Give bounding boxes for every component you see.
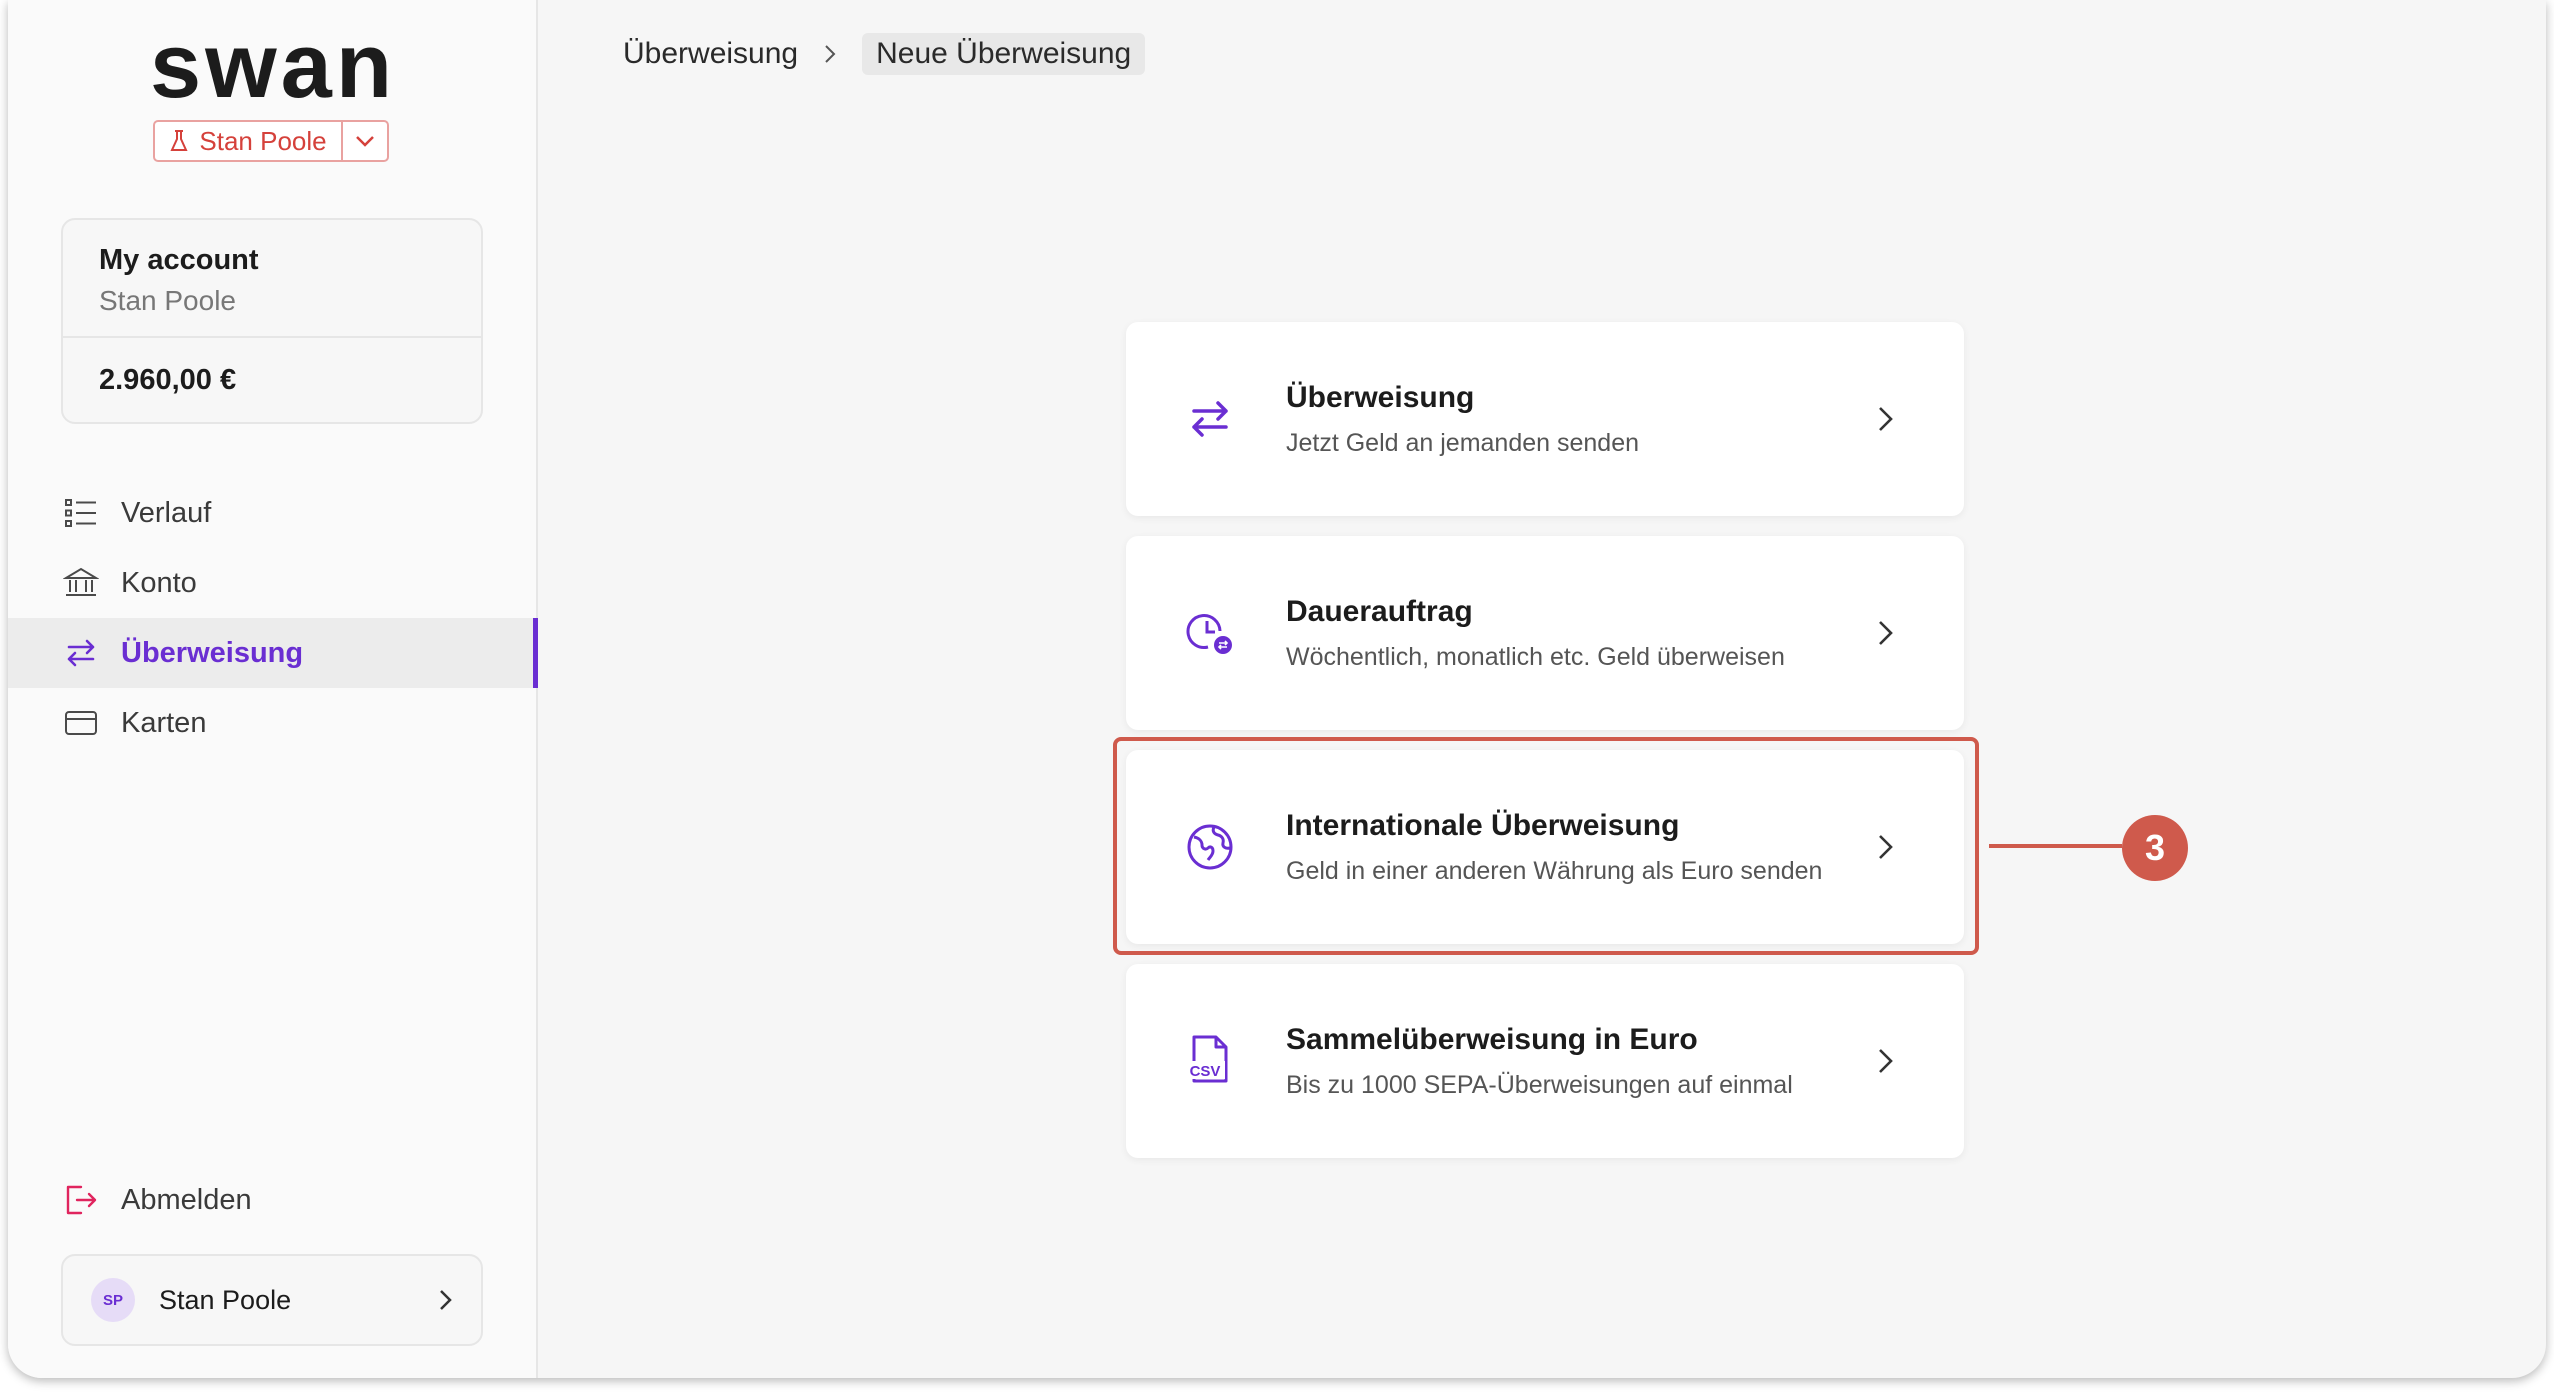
account-balance: 2.960,00 € <box>99 364 237 396</box>
logout-icon <box>66 1185 97 1215</box>
logout-label: Abmelden <box>121 1183 252 1216</box>
option-title: Überweisung <box>1286 380 1475 414</box>
breadcrumb: Überweisung Neue Überweisung <box>623 33 1146 75</box>
project-switcher-dropdown[interactable] <box>341 122 387 160</box>
transfer-icon <box>1192 401 1228 437</box>
chevron-right-icon <box>825 45 836 63</box>
sidebar-item-label: Karten <box>121 706 207 739</box>
sidebar-item-label: Verlauf <box>121 496 212 529</box>
callout-line <box>1989 844 2122 848</box>
option-title: Sammelüberweisung in Euro <box>1286 1022 1698 1056</box>
chevron-right-icon <box>1879 407 1893 431</box>
sidebar-nav: Verlauf Konto Überweisung Karten <box>8 478 538 758</box>
option-desc: Jetzt Geld an jemanden senden <box>1286 428 1640 457</box>
project-switcher[interactable]: Stan Poole <box>153 120 389 162</box>
project-name: Stan Poole <box>199 125 327 156</box>
option-card-dauerauftrag[interactable]: Dauerauftrag Wöchentlich, monatlich etc.… <box>1126 536 1964 730</box>
swan-logo: swan <box>150 22 396 112</box>
sidebar-item-verlauf[interactable]: Verlauf <box>8 478 538 548</box>
option-desc: Bis zu 1000 SEPA-Überweisungen auf einma… <box>1286 1070 1793 1099</box>
sidebar-item-konto[interactable]: Konto <box>8 548 538 618</box>
transfer-icon <box>67 639 95 667</box>
sidebar-item-label: Konto <box>121 566 197 599</box>
list-icon <box>65 499 96 527</box>
account-card[interactable]: My account Stan Poole 2.960,00 € <box>61 218 483 424</box>
recurring-clock-icon <box>1186 614 1232 654</box>
card-icon <box>65 711 97 735</box>
sidebar-item-karten[interactable]: Karten <box>8 688 538 758</box>
csv-file-icon: CSV <box>1185 1035 1228 1083</box>
account-title: My account <box>99 244 259 276</box>
svg-text:CSV: CSV <box>1190 1063 1221 1080</box>
svg-text:swan: swan <box>150 22 396 112</box>
chevron-down-icon <box>356 136 374 147</box>
step-number-badge: 3 <box>2122 815 2188 881</box>
chevron-right-icon <box>440 1290 452 1310</box>
bank-icon <box>63 567 99 596</box>
step-highlight-box <box>1113 737 1979 955</box>
flask-icon <box>170 130 188 151</box>
breadcrumb-current: Neue Überweisung <box>862 33 1146 75</box>
option-title: Dauerauftrag <box>1286 594 1473 628</box>
app-window: swan Stan Poole My account Stan Poole 2.… <box>8 0 2546 1378</box>
account-holder: Stan Poole <box>99 285 236 316</box>
chevron-right-icon <box>1879 1049 1893 1073</box>
breadcrumb-parent-link[interactable]: Überweisung <box>623 37 798 71</box>
avatar: SP <box>91 1278 135 1322</box>
sidebar: swan Stan Poole My account Stan Poole 2.… <box>8 0 538 1378</box>
logout-button[interactable]: Abmelden <box>63 1182 252 1218</box>
sidebar-item-label: Überweisung <box>121 636 304 669</box>
option-desc: Wöchentlich, monatlich etc. Geld überwei… <box>1286 642 1785 671</box>
option-card-sammelueberweisung[interactable]: CSV Sammelüberweisung in Euro Bis zu 100… <box>1126 964 1964 1158</box>
sidebar-item-ueberweisung[interactable]: Überweisung <box>8 618 538 688</box>
user-profile-button[interactable]: SP Stan Poole <box>61 1254 483 1346</box>
profile-name: Stan Poole <box>159 1284 292 1315</box>
option-card-ueberweisung[interactable]: Überweisung Jetzt Geld an jemanden sende… <box>1126 322 1964 516</box>
project-switcher-main[interactable]: Stan Poole <box>155 122 341 160</box>
chevron-right-icon <box>1879 621 1893 645</box>
